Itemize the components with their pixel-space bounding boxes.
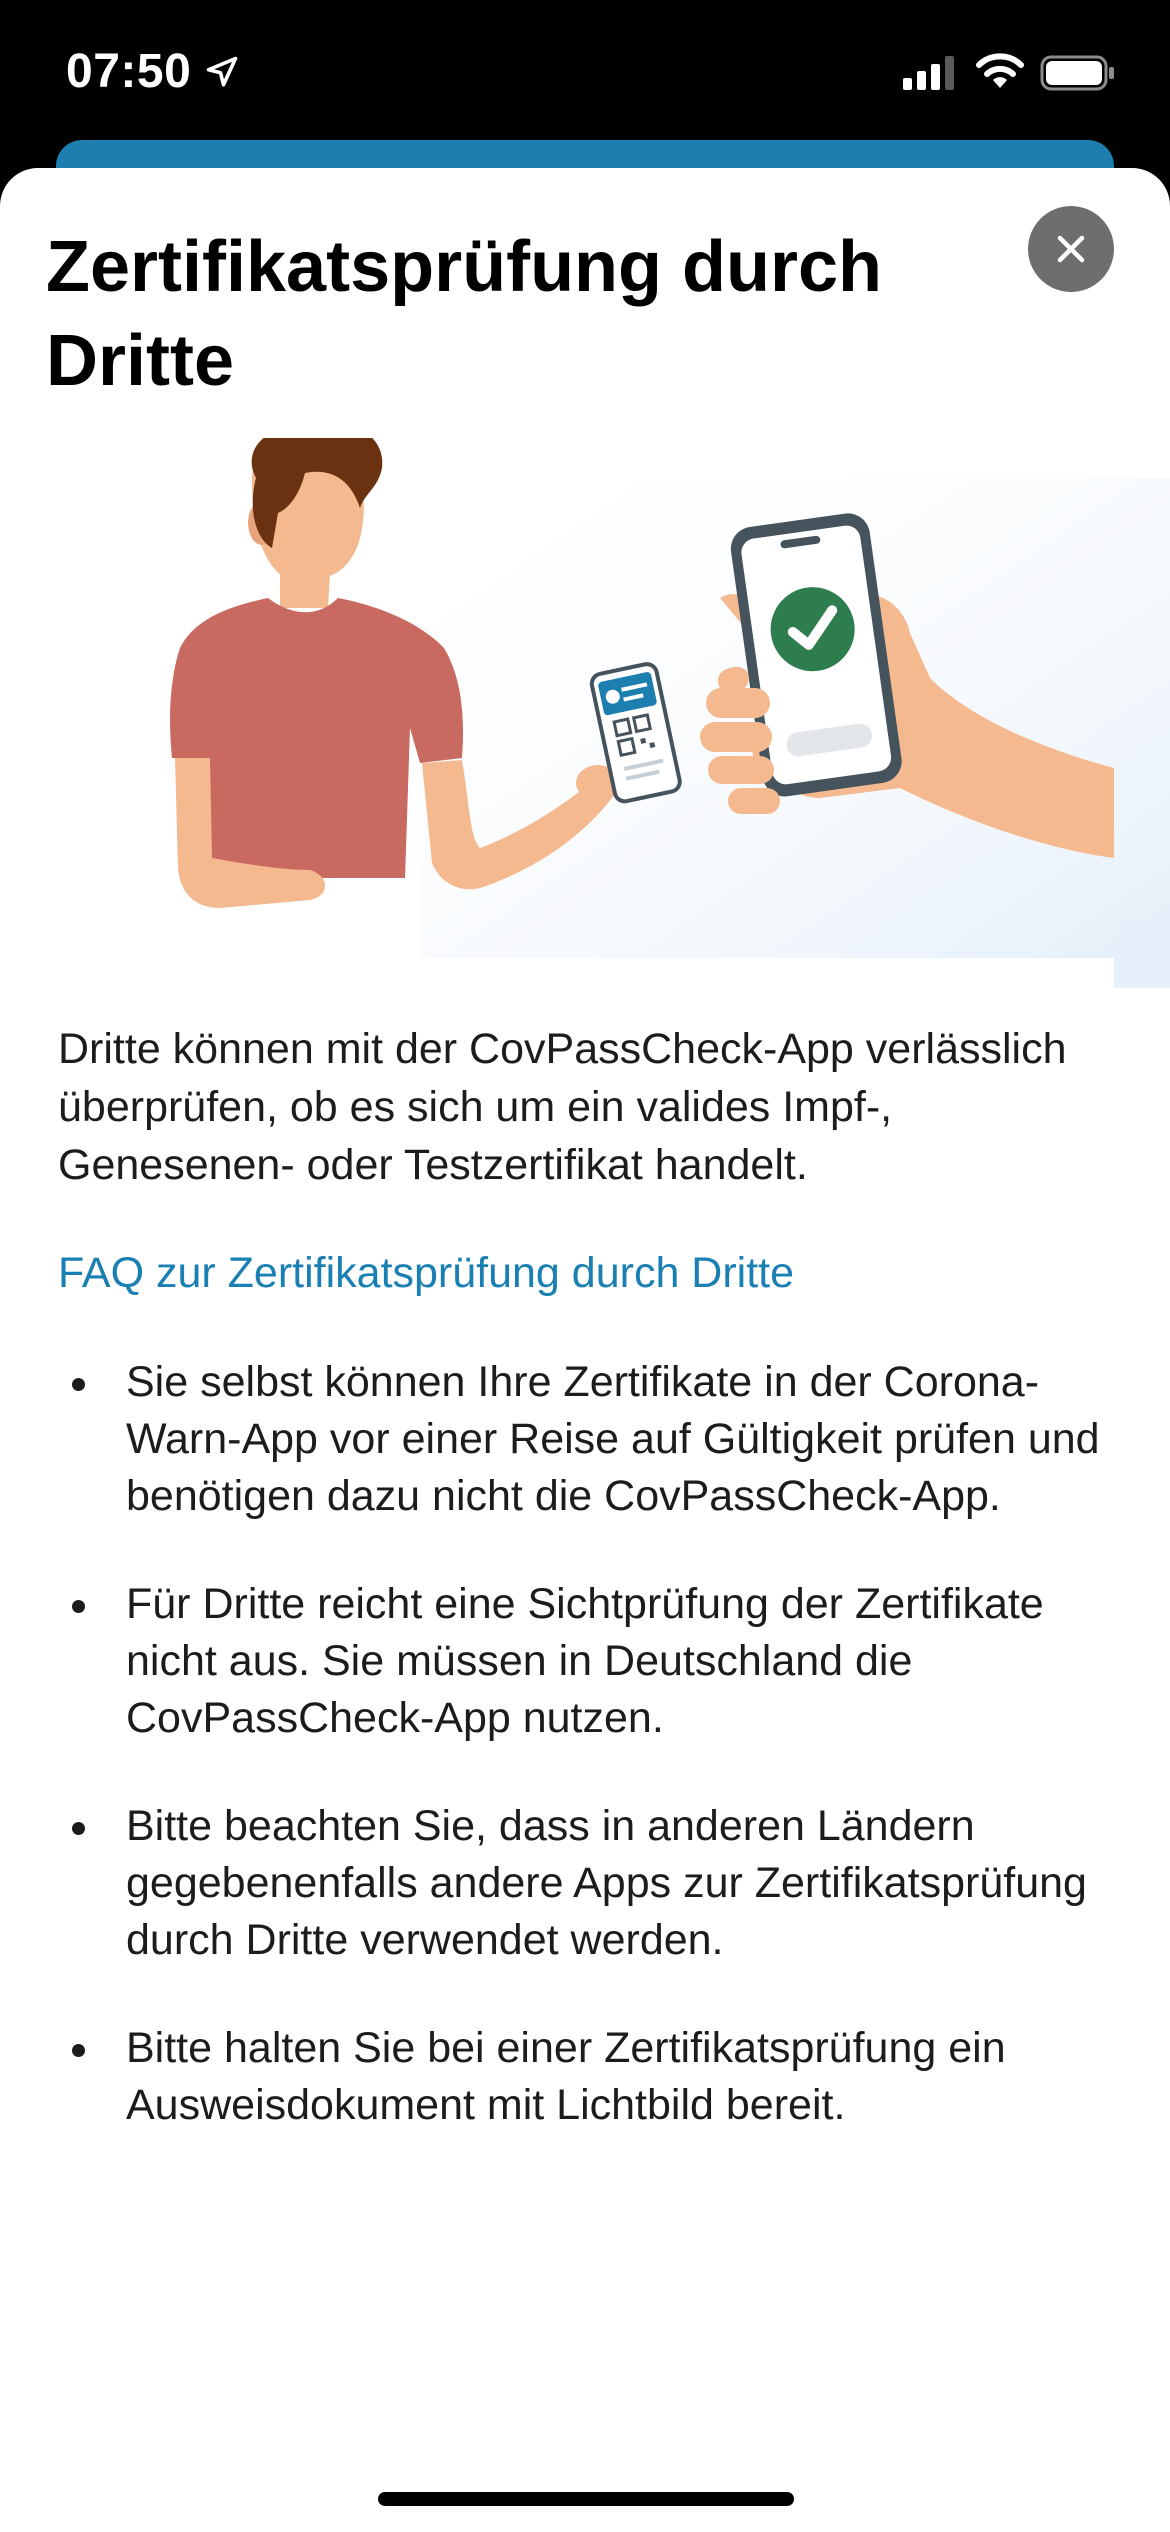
status-bar: 07:50 <box>0 0 1170 150</box>
faq-link[interactable]: FAQ zur Zertifikatsprüfung durch Dritte <box>58 1244 794 1302</box>
battery-icon <box>1040 55 1114 91</box>
bullet-item: Bitte halten Sie bei einer Zertifikatspr… <box>58 2020 1118 2134</box>
bullet-dot <box>72 1378 85 1391</box>
intro-text: Dritte können mit der CovPassCheck-App v… <box>58 1025 1067 1189</box>
bullet-text: Für Dritte reicht eine Sichtprüfung der … <box>126 1580 1044 1742</box>
home-indicator[interactable] <box>378 2492 794 2506</box>
bullet-text: Sie selbst können Ihre Zertifikate in de… <box>126 1358 1100 1520</box>
close-icon <box>1057 235 1085 263</box>
bullet-item: Für Dritte reicht eine Sichtprüfung der … <box>58 1576 1118 1747</box>
sheet-title: Zertifikatsprüfung durch Dritte <box>46 227 883 401</box>
bullet-item: Bitte beachten Sie, dass in anderen Länd… <box>58 1798 1118 1969</box>
cellular-signal-icon <box>903 56 954 90</box>
bullet-dot <box>72 1822 85 1835</box>
bullet-text: Bitte beachten Sie, dass in anderen Länd… <box>126 1802 1087 1964</box>
status-time: 07:50 <box>66 45 192 98</box>
bullet-item: Sie selbst können Ihre Zertifikate in de… <box>58 1354 1118 1525</box>
close-button[interactable] <box>1028 206 1114 292</box>
bullet-dot <box>72 1600 85 1613</box>
wifi-icon <box>976 53 1024 88</box>
screen: 07:50 Zertifikatsprüfung durch Dritte Dr… <box>0 0 1170 2532</box>
bullet-dot <box>72 2044 85 2057</box>
info-sheet: Zertifikatsprüfung durch Dritte Dritte k… <box>0 168 1170 2532</box>
info-bullet-list: Sie selbst können Ihre Zertifikate in de… <box>58 1354 1118 2185</box>
bullet-text: Bitte halten Sie bei einer Zertifikatspr… <box>126 2024 1006 2129</box>
location-arrow-icon <box>206 56 238 87</box>
